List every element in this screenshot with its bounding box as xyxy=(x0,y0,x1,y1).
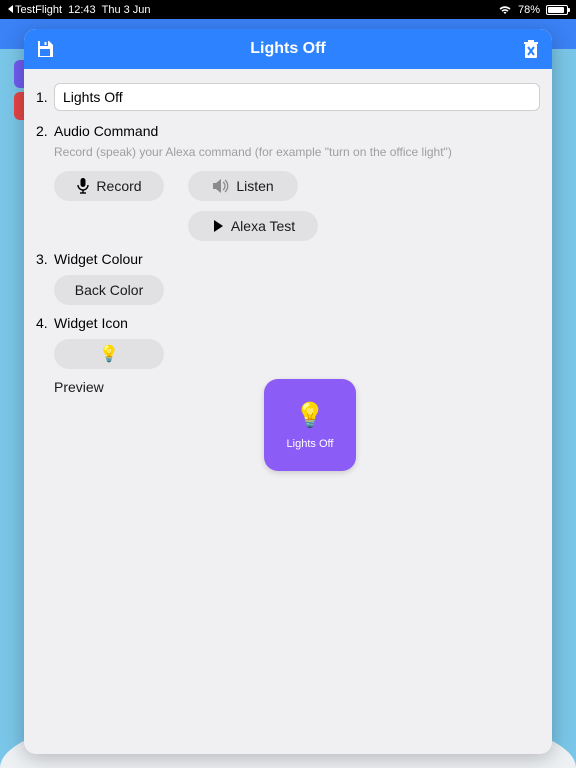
play-icon xyxy=(211,219,225,233)
status-date: Thu 3 Jun xyxy=(102,4,151,16)
status-right: 78% xyxy=(498,4,568,16)
step-3-row: 3. Widget Colour xyxy=(36,251,540,267)
lightbulb-icon: 💡 xyxy=(295,401,325,430)
listen-button-label: Listen xyxy=(236,178,273,194)
audio-button-row-1: Record Listen xyxy=(54,171,540,201)
step-3-label: Widget Colour xyxy=(54,251,143,267)
preview-row: Preview 💡 Lights Off xyxy=(36,379,540,471)
lightbulb-icon: 💡 xyxy=(99,344,119,364)
wifi-icon xyxy=(498,5,512,15)
status-time: 12:43 xyxy=(68,4,96,16)
step-4-number: 4. xyxy=(36,315,54,331)
step-4-label: Widget Icon xyxy=(54,315,128,331)
save-icon xyxy=(35,39,55,59)
back-app-label: TestFlight xyxy=(15,4,62,16)
icon-button-row: 💡 xyxy=(54,339,540,369)
audio-button-row-2: Alexa Test xyxy=(188,211,540,241)
listen-button[interactable]: Listen xyxy=(188,171,298,201)
record-button-label: Record xyxy=(96,178,141,194)
preview-label: Preview xyxy=(54,379,254,471)
back-color-button[interactable]: Back Color xyxy=(54,275,164,305)
save-button[interactable] xyxy=(34,38,56,60)
step-3-number: 3. xyxy=(36,251,54,267)
step-4-row: 4. Widget Icon xyxy=(36,315,540,331)
edit-widget-modal: Lights Off 1. 2. Audio Command Record (s… xyxy=(24,29,552,754)
trash-icon xyxy=(522,39,540,59)
status-bar: TestFlight 12:43 Thu 3 Jun 78% xyxy=(0,0,576,19)
step-2-number: 2. xyxy=(36,123,54,139)
speaker-icon xyxy=(212,178,230,194)
modal-title: Lights Off xyxy=(250,40,326,58)
microphone-icon xyxy=(76,177,90,195)
back-color-button-label: Back Color xyxy=(75,282,143,298)
back-app-indicator[interactable]: TestFlight xyxy=(8,4,62,16)
modal-body: 1. 2. Audio Command Record (speak) your … xyxy=(24,69,552,754)
chevron-left-icon xyxy=(8,5,13,13)
widget-preview-label: Lights Off xyxy=(287,438,334,450)
record-button[interactable]: Record xyxy=(54,171,164,201)
colour-button-row: Back Color xyxy=(54,275,540,305)
step-1-number: 1. xyxy=(36,89,54,105)
status-left: TestFlight 12:43 Thu 3 Jun xyxy=(8,4,151,16)
modal-header: Lights Off xyxy=(24,29,552,69)
delete-button[interactable] xyxy=(520,38,542,60)
step-2-row: 2. Audio Command xyxy=(36,123,540,139)
battery-percent: 78% xyxy=(518,4,540,16)
audio-command-hint: Record (speak) your Alexa command (for e… xyxy=(54,145,540,159)
widget-preview-tile: 💡 Lights Off xyxy=(264,379,356,471)
alexa-test-button[interactable]: Alexa Test xyxy=(188,211,318,241)
battery-icon xyxy=(546,5,568,15)
step-2-label: Audio Command xyxy=(54,123,158,139)
widget-name-input[interactable] xyxy=(54,83,540,111)
widget-icon-button[interactable]: 💡 xyxy=(54,339,164,369)
alexa-test-button-label: Alexa Test xyxy=(231,218,295,234)
step-1-row: 1. xyxy=(36,83,540,111)
